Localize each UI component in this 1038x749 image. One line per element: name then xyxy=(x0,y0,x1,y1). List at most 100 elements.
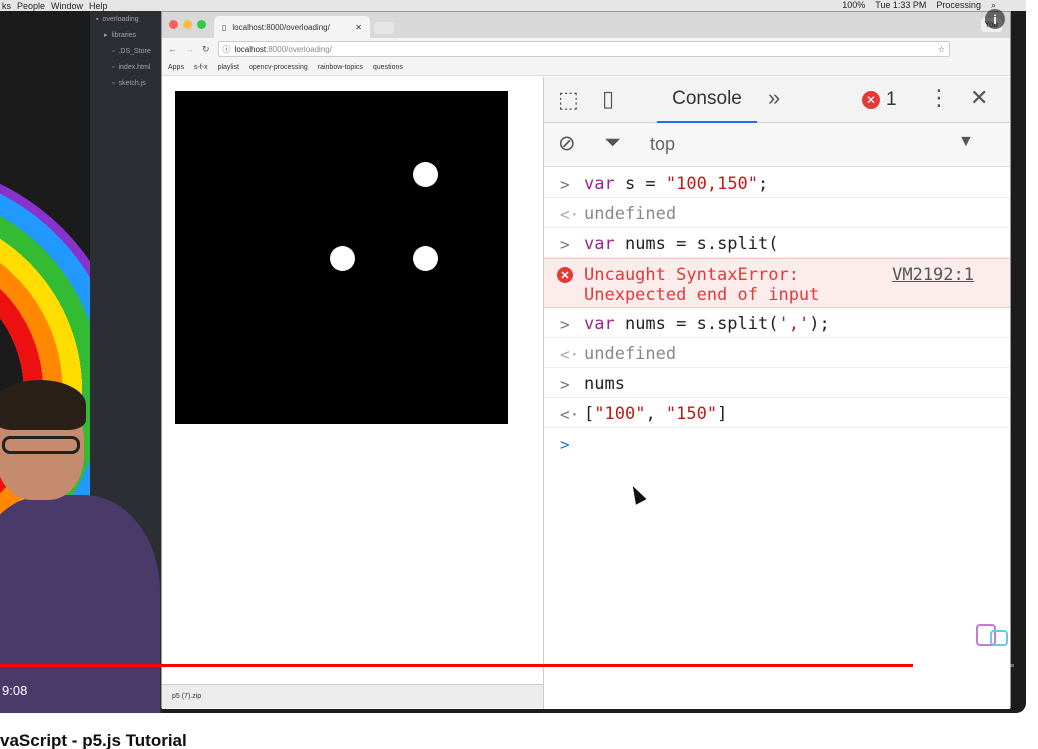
presenter-hair xyxy=(0,380,86,430)
video-title[interactable]: vaScript - p5.js Tutorial xyxy=(0,731,187,749)
theater-mode-icon[interactable]: ▭ xyxy=(929,681,955,701)
tree-label: libraries xyxy=(111,31,137,39)
folder-icon: ▪ xyxy=(96,15,99,23)
menu-item[interactable]: Help xyxy=(89,1,108,11)
console-input-line: > var nums = s.split(','); xyxy=(544,308,1010,338)
inspect-element-icon[interactable]: ⬚ xyxy=(558,87,579,113)
result-arrow-icon: <· xyxy=(560,405,580,424)
video-player[interactable]: ks People Window Help 100% Tue 1:33 PM P… xyxy=(0,0,1026,713)
devtools-panel: ⬚ ▯ Console » ✕ 1 ⋮ ✕ ⊘ ⏷ top ▼ > var s =… xyxy=(543,77,1010,709)
p5-canvas[interactable] xyxy=(175,91,508,424)
new-tab-button[interactable] xyxy=(374,22,394,34)
menu-item[interactable]: Window xyxy=(51,1,83,11)
bookmark-opencv[interactable]: opencv-processing xyxy=(249,64,308,71)
error-source-link[interactable]: VM2192:1 xyxy=(892,265,974,285)
tab-console[interactable]: Console xyxy=(657,77,757,123)
browser-tab[interactable]: ▯ localhost:8000/overloading/ ✕ xyxy=(214,16,370,38)
mac-menubar: ks People Window Help 100% Tue 1:33 PM P… xyxy=(0,0,1026,11)
settings-gear-icon[interactable]: ⚙ xyxy=(833,681,859,701)
kebab-menu-icon[interactable]: ⋮ xyxy=(928,85,950,111)
address-bar[interactable]: ⓘ localhost:8000/overloading/ ☆ xyxy=(217,41,950,57)
tree-file[interactable]: ▫ sketch.js xyxy=(90,75,162,91)
tree-folder[interactable]: ▸ libraries xyxy=(90,27,162,43)
error-icon: ✕ xyxy=(862,91,880,109)
close-tab-icon[interactable]: ✕ xyxy=(355,23,362,32)
browser-window: ▯ localhost:8000/overloading/ ✕ You ← → … xyxy=(161,11,1011,709)
toolbar: ← → ↻ ⓘ localhost:8000/overloading/ ☆ xyxy=(162,38,1010,60)
console-filter-bar: ⊘ ⏷ top ▼ xyxy=(544,123,1010,167)
tree-label: overloading xyxy=(102,15,139,23)
tree-folder[interactable]: ▪ overloading xyxy=(90,11,162,27)
console-prompt[interactable]: > xyxy=(544,428,1010,458)
error-icon: ✕ xyxy=(557,267,573,283)
player-controls: 9:08 ▭ ⚙ ▣ ▭ ⛶ xyxy=(0,655,1026,713)
device-toolbar-icon[interactable]: ▯ xyxy=(602,86,614,112)
back-icon[interactable]: ← xyxy=(168,44,177,54)
error-count-badge[interactable]: ✕ 1 xyxy=(862,89,897,111)
more-tabs-icon[interactable]: » xyxy=(768,85,780,111)
subtitles-icon[interactable]: ▭ xyxy=(785,681,811,701)
tree-file[interactable]: ▫ .DS_Store xyxy=(90,43,162,59)
console-input-line: > nums xyxy=(544,368,1010,398)
file-icon: ▫ xyxy=(112,79,115,87)
fullscreen-icon[interactable]: ⛶ xyxy=(977,681,1003,701)
tree-file[interactable]: ▫ index.html xyxy=(90,59,162,75)
clear-console-icon[interactable]: ⊘ xyxy=(558,131,576,156)
miniplayer-icon[interactable]: ▣ xyxy=(881,681,907,701)
sketch-circle xyxy=(412,161,438,187)
console-error-line: ✕ Uncaught SyntaxError: Unexpected end of… xyxy=(544,258,1010,308)
file-icon: ▫ xyxy=(112,63,115,71)
battery-status: 100% xyxy=(842,0,866,10)
info-icon[interactable]: i xyxy=(985,9,1005,29)
tab-strip: ▯ localhost:8000/overloading/ ✕ You xyxy=(162,12,1010,38)
star-icon[interactable]: ☆ xyxy=(938,45,945,54)
filter-icon[interactable]: ⏷ xyxy=(604,131,621,155)
devtools-tabbar: ⬚ ▯ Console » ✕ 1 ⋮ ✕ xyxy=(544,77,1010,123)
bookmark-rainbow[interactable]: rainbow-topics xyxy=(318,64,363,71)
console-input-line: > var nums = s.split( xyxy=(544,228,1010,258)
prompt-chevron-icon: > xyxy=(560,435,570,454)
console-input-line: > var s = "100,150"; xyxy=(544,168,1010,198)
progress-played xyxy=(0,664,913,667)
tree-label: sketch.js xyxy=(118,79,146,87)
page-viewport xyxy=(162,77,543,709)
menu-item[interactable]: People xyxy=(17,1,45,11)
forward-icon[interactable]: → xyxy=(185,44,194,54)
context-selector[interactable]: top xyxy=(650,134,675,155)
chevron-right-icon: > xyxy=(560,375,570,394)
page-icon: ▯ xyxy=(222,22,227,32)
tree-label: .DS_Store xyxy=(118,47,151,55)
clock: Tue 1:33 PM xyxy=(875,0,927,10)
close-window-icon[interactable] xyxy=(169,20,178,29)
bookmarks-bar: Apps s-f-x playlist opencv-processing ra… xyxy=(162,60,1010,76)
sketch-circle xyxy=(329,245,355,271)
tab-title: localhost:8000/overloading/ xyxy=(232,22,330,32)
current-time: 9:08 xyxy=(2,683,28,698)
maximize-window-icon[interactable] xyxy=(197,20,206,29)
coding-train-logo xyxy=(974,620,1012,650)
bookmark-apps[interactable]: Apps xyxy=(168,64,184,71)
close-devtools-icon[interactable]: ✕ xyxy=(970,85,988,111)
menu-item[interactable]: ks xyxy=(2,1,11,11)
bookmark-questions[interactable]: questions xyxy=(373,64,403,71)
presenter-glasses xyxy=(2,436,80,454)
dropdown-arrow-icon[interactable]: ▼ xyxy=(958,133,974,151)
info-icon: ⓘ xyxy=(222,44,231,54)
url-host: localhost xyxy=(234,44,267,54)
error-count: 1 xyxy=(886,89,897,110)
console-output: > var s = "100,150"; <· undefined > var num… xyxy=(544,168,1010,458)
reload-icon[interactable]: ↻ xyxy=(202,44,210,55)
url-path: :8000/overloading/ xyxy=(266,44,332,54)
chevron-right-icon: > xyxy=(560,235,570,254)
console-result-line: <· ["100", "150"] xyxy=(544,398,1010,428)
bookmark-sfx[interactable]: s-f-x xyxy=(194,64,208,71)
active-app: Processing xyxy=(936,0,981,10)
result-arrow-icon: <· xyxy=(560,205,580,224)
folder-icon: ▸ xyxy=(104,32,108,39)
chevron-right-icon: > xyxy=(560,315,570,334)
bookmark-playlist[interactable]: playlist xyxy=(218,64,239,71)
minimize-window-icon[interactable] xyxy=(183,20,192,29)
result-arrow-icon: <· xyxy=(560,345,580,364)
chevron-right-icon: > xyxy=(560,175,570,194)
file-icon: ▫ xyxy=(112,47,115,55)
